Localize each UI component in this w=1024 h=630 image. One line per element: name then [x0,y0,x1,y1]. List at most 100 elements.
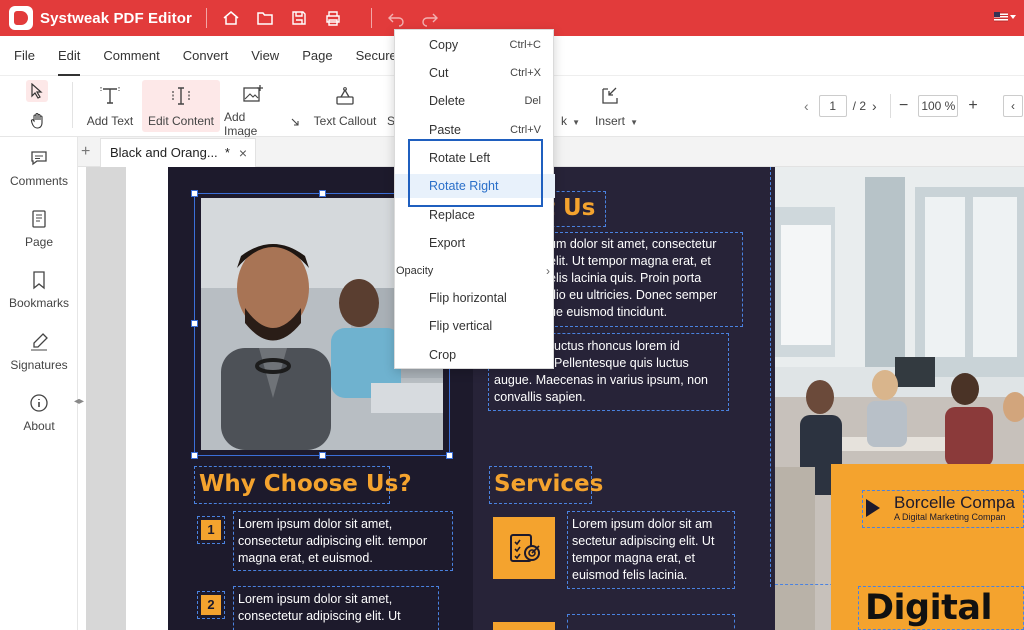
comments-icon [29,146,49,170]
menu-item-export[interactable]: Export [395,231,555,255]
page-number-input[interactable]: 1 [818,95,847,117]
add-text-icon [99,84,121,108]
about-line-9: convallis sapien. [494,390,586,404]
menu-item-delete[interactable]: Delete Del [395,89,555,113]
edit-content-icon [170,84,192,108]
target-checklist-icon [493,517,555,579]
menu-secure[interactable]: Secure [356,36,397,76]
cut-label: Cut [429,66,449,80]
collapse-panel-icon[interactable]: ‹ [1003,95,1023,117]
about-line-2: elit. Ut tempor magna erat, et [549,254,711,268]
sidebar-label-about: About [23,419,55,433]
app-logo-icon [9,6,33,30]
link-tool-label: k [561,114,567,128]
select-cursor-icon[interactable] [26,80,48,102]
insert-button[interactable]: Insert ▼ [588,80,638,132]
link-button[interactable]: k ▼ [558,80,580,132]
zoom-in-icon[interactable]: + [968,97,977,115]
close-tab-icon[interactable]: × [239,139,247,167]
resize-handle-top-left[interactable] [191,190,198,197]
menu-item-flip-vertical[interactable]: Flip vertical [395,314,555,338]
services-line-2: sectetur adipiscing elit. Ut [572,534,715,548]
brand-play-icon [866,499,880,517]
zoom-input[interactable]: 100 % [918,95,959,117]
toolbar-divider [72,82,73,128]
print-icon[interactable] [323,8,343,28]
resize-handle-top[interactable] [319,190,326,197]
sidebar-item-about[interactable]: About [0,391,78,433]
sidebar-item-page[interactable]: Page [0,207,78,249]
new-tab-button[interactable]: + [81,140,95,164]
copy-shortcut: Ctrl+C [509,39,541,51]
copy-label: Copy [429,38,459,52]
column-guide-line [770,167,771,587]
menu-item-cut[interactable]: Cut Ctrl+X [395,61,555,85]
hand-tool-icon[interactable] [28,110,48,132]
edit-content-button[interactable]: Edit Content [142,80,220,132]
folder-icon[interactable] [255,8,275,28]
resize-handle-bottom[interactable] [319,452,326,459]
title-divider-2 [370,8,372,28]
about-line-3: elis lacinia quis. Proin porta [549,271,702,285]
services-heading: Services [494,471,604,497]
services-text-box-2[interactable] [567,614,735,630]
document-tab[interactable]: Black and Orang... * × [100,138,256,167]
menu-item-flip-horizontal[interactable]: Flip horizontal [395,286,555,310]
menu-item-crop[interactable]: Crop [395,343,555,367]
why-text-1: Lorem ipsum dolor sit amet, consectetur … [238,516,427,567]
edit-content-label: Edit Content [147,114,215,128]
why-text-2: Lorem ipsum dolor sit amet, consectetur … [238,591,401,625]
add-text-button[interactable]: Add Text [84,80,136,132]
sidebar-item-signatures[interactable]: Signatures [0,330,78,372]
sidebar-label-bookmarks: Bookmarks [8,296,70,310]
about-line-5: ue euismod tincidunt. [549,305,668,319]
redo-icon[interactable] [420,8,440,28]
about-line-6: uctus rhoncus lorem id [554,339,680,353]
crop-label: Crop [429,348,457,362]
page-total: / 2 [852,99,867,113]
why-heading: Why Choose Us? [199,471,412,497]
sidebar-resize-handle-icon[interactable]: ◂▸ [74,396,84,407]
brand-subtitle: A Digital Marketing Compan [894,512,1006,522]
sidebar-label-page: Page [24,235,54,249]
menu-file[interactable]: File [14,36,35,76]
next-page-icon[interactable]: › [872,98,877,114]
insert-label: Insert [594,114,625,128]
services-line-1: Lorem ipsum dolor sit am [572,517,713,531]
sidebar-item-comments[interactable]: Comments [0,146,78,188]
flip-vertical-label: Flip vertical [429,319,493,333]
undo-icon[interactable] [386,8,406,28]
home-icon[interactable] [221,8,241,28]
collapse-panel-control: ‹ [1003,94,1023,118]
export-label: Export [429,236,466,250]
zoom-out-icon[interactable]: − [899,97,908,115]
text-callout-icon [334,84,356,108]
add-text-label: Add Text [86,114,134,128]
add-image-button[interactable]: Add Image [224,80,282,138]
sidebar-item-bookmarks[interactable]: Bookmarks [0,268,78,310]
insert-icon [599,84,621,108]
rotate-options-highlight [408,139,543,207]
prev-page-icon[interactable]: ‹ [804,98,809,114]
menu-convert[interactable]: Convert [183,36,229,76]
save-icon[interactable] [289,8,309,28]
resize-handle-left[interactable] [191,320,198,327]
menu-comment[interactable]: Comment [103,36,159,76]
about-line-4: dio eu ultricies. Donec semper [549,288,718,302]
menu-item-copy[interactable]: Copy Ctrl+C [395,33,555,57]
signature-pen-icon [29,330,49,354]
resize-handle-bottom-right[interactable] [446,452,453,459]
language-flag-icon[interactable] [994,12,1008,22]
menu-edit[interactable]: Edit [57,36,81,76]
menu-item-opacity[interactable]: Opacity › [395,259,555,283]
menu-page[interactable]: Page [302,36,332,76]
why-1-line-1: Lorem ipsum dolor sit amet, [238,517,393,531]
page-icon [30,207,48,231]
resize-handle-bottom-left[interactable] [191,452,198,459]
text-callout-button[interactable]: Text Callout [313,80,377,132]
cut-shortcut: Ctrl+X [510,67,541,79]
add-image-more-icon[interactable] [291,118,299,128]
menu-view[interactable]: View [251,36,279,76]
language-caret-icon[interactable] [1010,15,1016,19]
why-1-line-2: consectetur adipiscing elit. tempor [238,534,427,548]
